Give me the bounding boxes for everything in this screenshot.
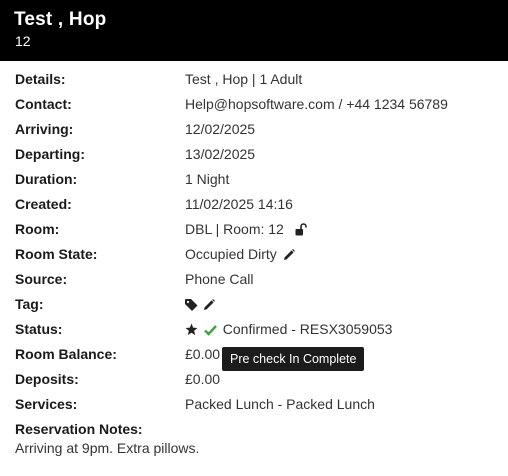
source-value: Phone Call	[185, 271, 254, 287]
status-value-wrap: Confirmed - RESX3059053	[185, 320, 392, 338]
arriving-value: 12/02/2025	[185, 121, 256, 137]
details-row: Details: Test , Hop | 1 Adult	[0, 70, 508, 95]
unlock-icon[interactable]	[295, 223, 307, 236]
room-balance-value: £0.00	[185, 346, 221, 362]
duration-label: Duration:	[15, 171, 78, 187]
tag-icons	[185, 295, 215, 313]
contact-value[interactable]: Help@hopsoftware.com / +44 1234 56789	[185, 95, 448, 113]
reservation-notes-label: Reservation Notes:	[15, 421, 143, 437]
arriving-row: Arriving: 12/02/2025	[0, 120, 508, 145]
guest-header: Test , Hop 12	[0, 0, 508, 61]
services-value: Packed Lunch - Packed Lunch	[185, 396, 375, 412]
tag-icon[interactable]	[185, 299, 198, 311]
departing-row: Departing: 13/02/2025	[0, 145, 508, 170]
star-icon[interactable]	[185, 323, 198, 336]
room-number: 12	[15, 33, 31, 49]
room-value-wrap: DBL | Room: 12	[185, 220, 307, 238]
services-row: Services: Packed Lunch - Packed Lunch	[0, 395, 508, 420]
duration-row: Duration: 1 Night	[0, 170, 508, 195]
source-row: Source: Phone Call	[0, 270, 508, 295]
pencil-icon[interactable]	[283, 249, 295, 261]
tag-pencil-icon[interactable]	[203, 299, 215, 311]
details-label: Details:	[15, 71, 66, 87]
deposits-label: Deposits:	[15, 371, 79, 387]
tag-row: Tag:	[0, 295, 508, 320]
departing-label: Departing:	[15, 146, 85, 162]
created-row: Created: 11/02/2025 14:16	[0, 195, 508, 220]
reservation-notes-text: Arriving at 9pm. Extra pillows.	[15, 440, 200, 456]
details-value: Test , Hop | 1 Adult	[185, 71, 303, 87]
status-label: Status:	[15, 321, 63, 337]
room-state-row: Room State: Occupied Dirty	[0, 245, 508, 270]
room-label: Room:	[15, 221, 60, 237]
room-state-value-wrap: Occupied Dirty	[185, 245, 295, 263]
deposits-row: Deposits: £0.00	[0, 370, 508, 395]
services-label: Services:	[15, 396, 78, 412]
departing-value: 13/02/2025	[185, 146, 256, 162]
check-icon	[204, 324, 217, 336]
room-row: Room: DBL | Room: 12	[0, 220, 508, 245]
room-balance-label: Room Balance:	[15, 346, 117, 362]
arriving-label: Arriving:	[15, 121, 74, 137]
room-value: DBL | Room: 12	[185, 221, 284, 237]
room-state-value: Occupied Dirty	[185, 246, 277, 262]
created-value: 11/02/2025 14:16	[185, 196, 293, 212]
pre-check-in-tooltip: Pre check In Complete	[222, 347, 365, 371]
room-state-label: Room State:	[15, 246, 98, 262]
tag-label: Tag:	[15, 296, 44, 312]
guest-name: Test , Hop	[14, 9, 107, 30]
contact-row: Contact: Help@hopsoftware.com / +44 1234…	[0, 95, 508, 120]
source-label: Source:	[15, 271, 68, 287]
status-value: Confirmed - RESX3059053	[222, 321, 393, 337]
deposits-value: £0.00	[185, 371, 221, 387]
created-label: Created:	[15, 196, 72, 212]
duration-value: 1 Night	[185, 171, 230, 187]
status-row: Status: Confirmed - RESX3059053	[0, 320, 508, 345]
contact-label: Contact:	[15, 96, 72, 112]
